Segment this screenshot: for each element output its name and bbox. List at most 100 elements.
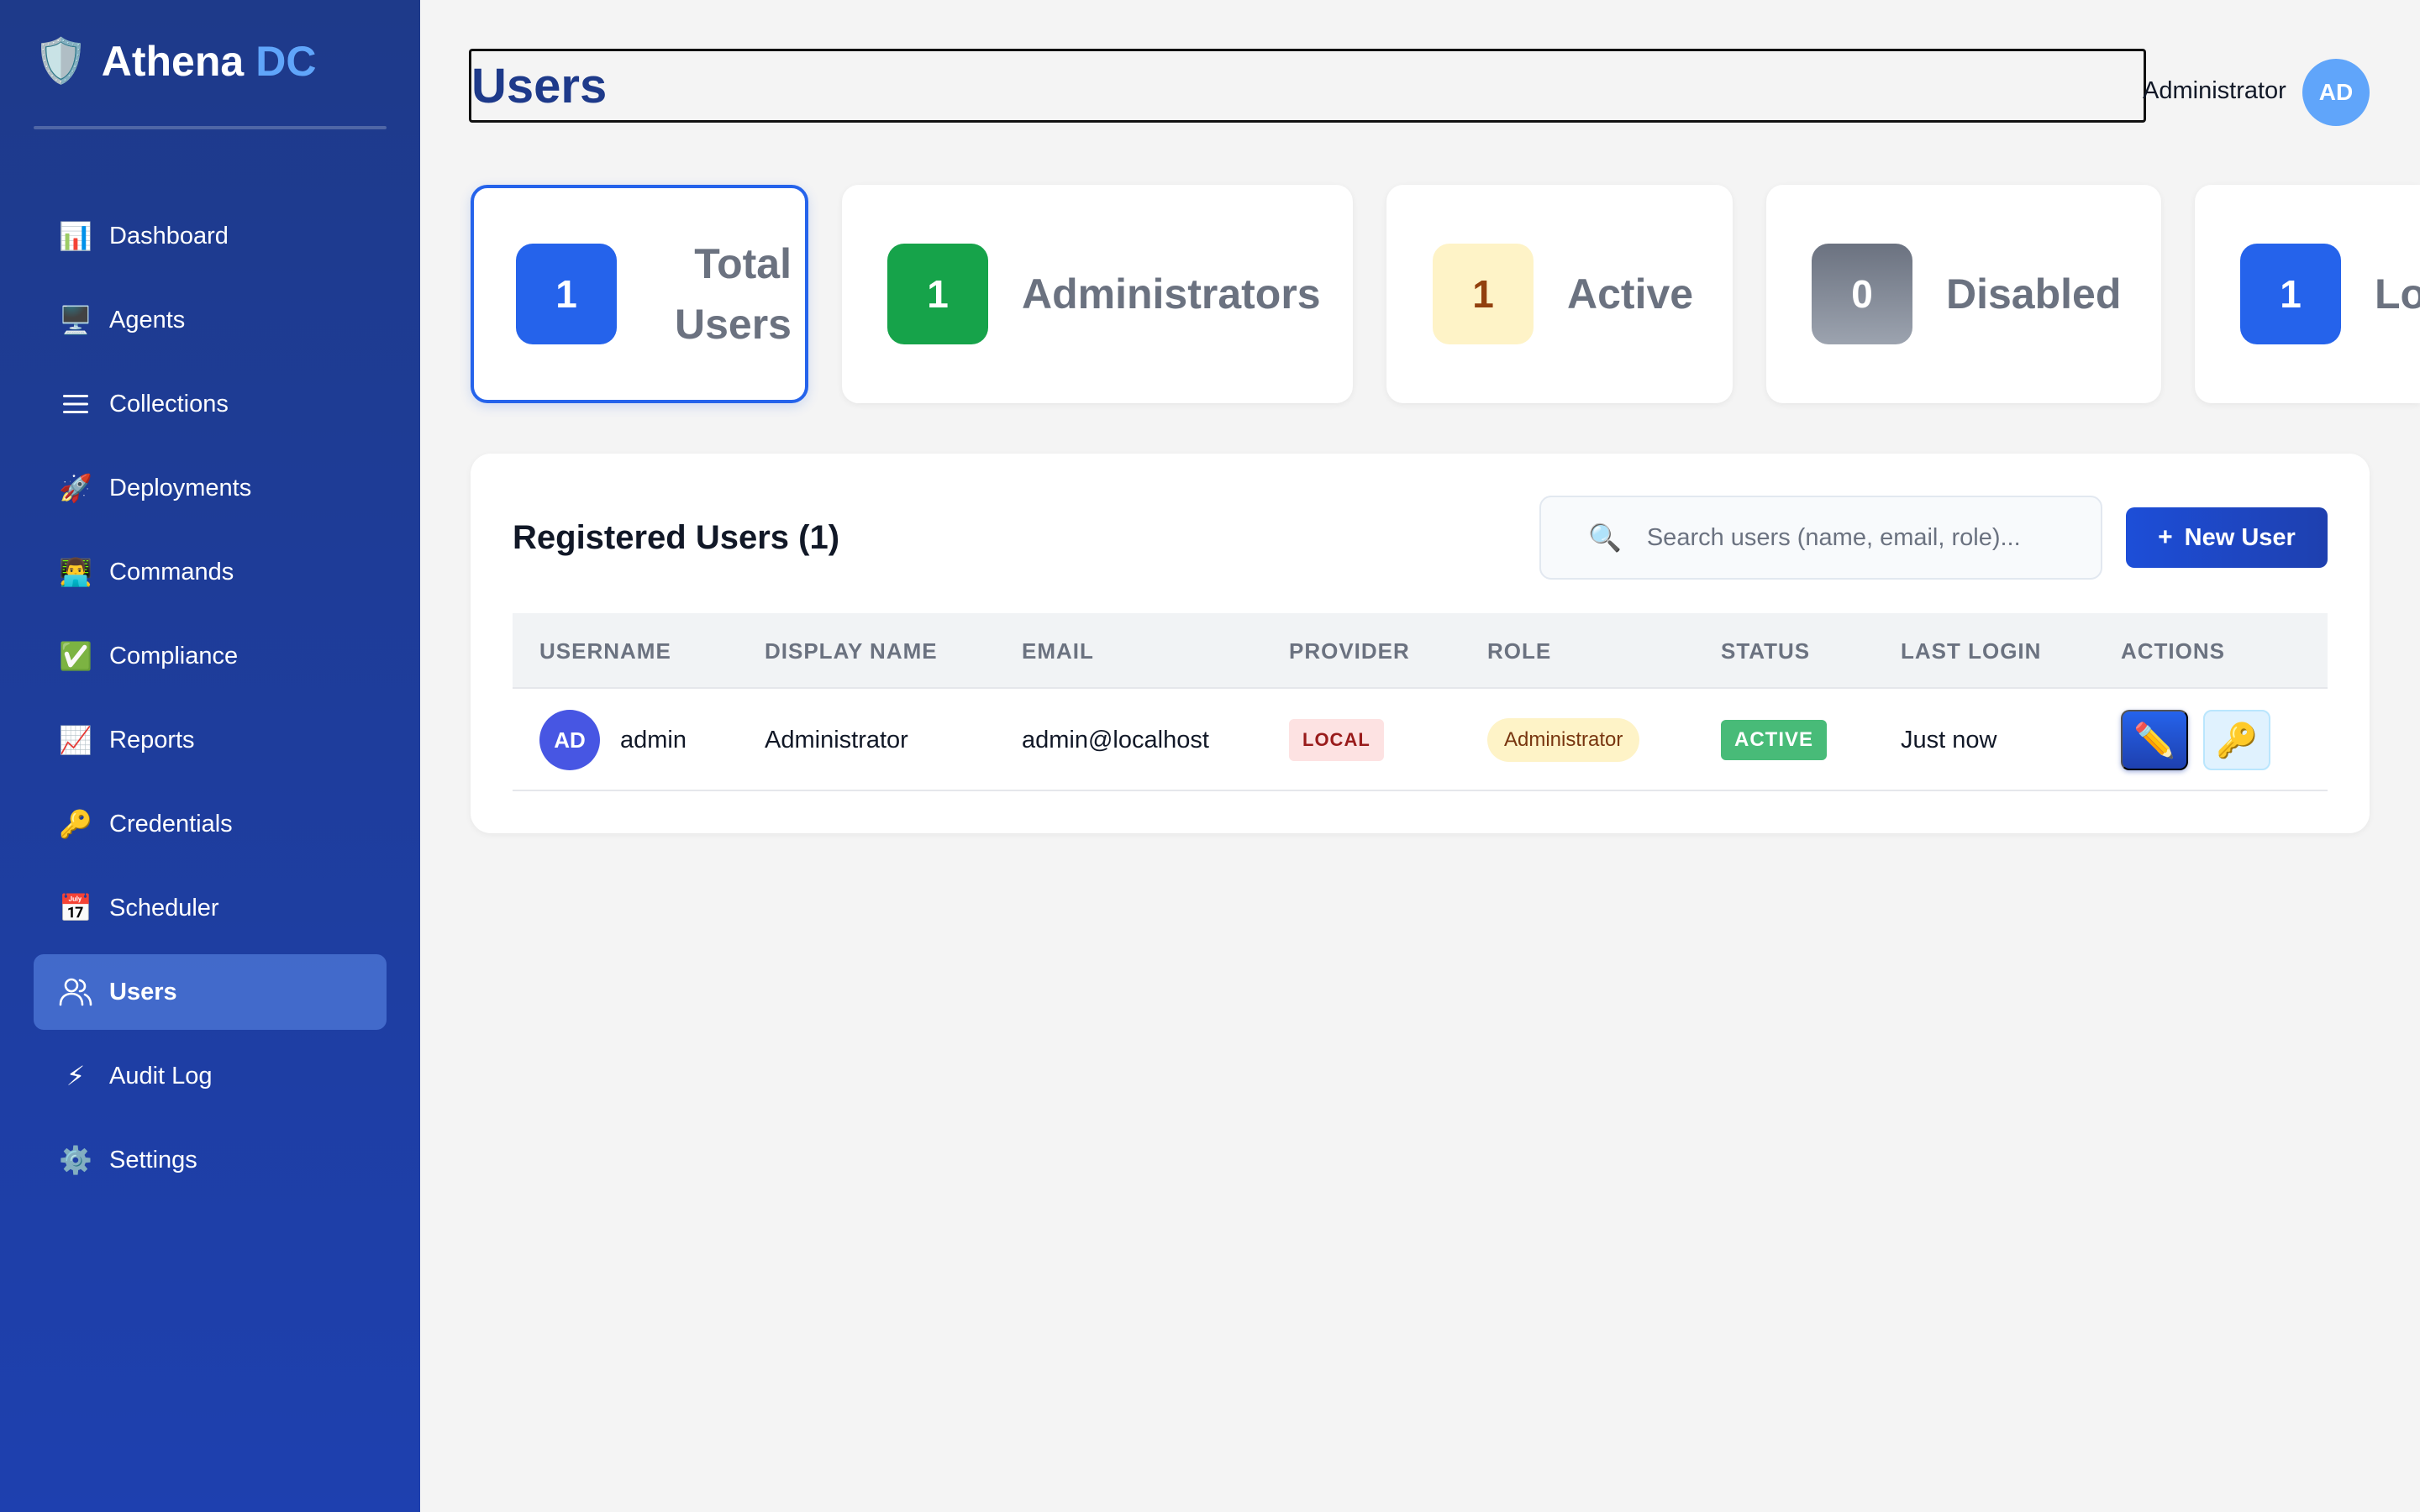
- panel-title: Registered Users (1): [513, 519, 840, 556]
- stat-value: 1: [887, 244, 988, 344]
- column-header-role[interactable]: ROLE: [1487, 613, 1551, 689]
- avatar: AD: [539, 710, 600, 770]
- search-icon: 🔍: [1588, 522, 1622, 554]
- stat-card-active[interactable]: 1 Active: [1386, 185, 1733, 403]
- lightning-icon: ⚡: [66, 1060, 86, 1092]
- stat-card-disabled[interactable]: 0 Disabled: [1766, 185, 2161, 403]
- sidebar-item-users[interactable]: Users: [34, 954, 387, 1030]
- column-header-email[interactable]: EMAIL: [1022, 613, 1094, 689]
- edit-user-button[interactable]: ✏️: [2121, 710, 2188, 770]
- calendar-icon: 📅: [59, 892, 92, 924]
- cell-status: ACTIVE: [1721, 689, 1828, 791]
- search-box[interactable]: 🔍: [1539, 496, 2102, 580]
- brand-logo[interactable]: 🛡️ Athena DC: [34, 35, 316, 87]
- sidebar-item-label: Reports: [109, 726, 195, 753]
- page-title-box: Users: [469, 49, 2146, 123]
- new-user-button[interactable]: + New User: [2126, 507, 2328, 568]
- reset-password-button[interactable]: 🔑: [2203, 710, 2270, 770]
- column-header-provider[interactable]: PROVIDER: [1289, 613, 1410, 689]
- trend-chart-icon: 📈: [59, 724, 92, 756]
- shield-icon: 🛡️: [34, 36, 88, 87]
- sidebar-item-compliance[interactable]: ✅ Compliance: [34, 618, 387, 694]
- cell-provider: LOCAL: [1289, 689, 1384, 791]
- sidebar-item-label: Collections: [109, 390, 229, 417]
- column-header-display-name[interactable]: DISPLAY NAME: [765, 613, 938, 689]
- sidebar-item-agents[interactable]: 🖥️ Agents: [34, 282, 387, 358]
- sidebar-divider: [34, 126, 387, 129]
- sidebar-item-settings[interactable]: ⚙️ Settings: [34, 1122, 387, 1198]
- provider-badge: LOCAL: [1289, 719, 1384, 761]
- stat-label-line: Users: [675, 301, 792, 348]
- column-header-status[interactable]: STATUS: [1721, 613, 1810, 689]
- rocket-icon: 🚀: [59, 472, 92, 504]
- cell-last-login: Just now: [1901, 726, 1997, 753]
- pencil-icon: ✏️: [2133, 721, 2175, 760]
- stat-label: Disabled: [1946, 270, 2122, 318]
- sidebar-item-label: Agents: [109, 306, 186, 333]
- stat-label: Total Users: [649, 234, 792, 354]
- sidebar-item-scheduler[interactable]: 📅 Scheduler: [34, 870, 387, 946]
- stat-value: 1: [2240, 244, 2341, 344]
- technologist-icon: 👨‍💻: [59, 556, 92, 588]
- stat-label: Lo: [2375, 270, 2420, 318]
- users-icon-svg: [59, 978, 92, 1006]
- sidebar-item-commands[interactable]: 👨‍💻 Commands: [34, 534, 387, 610]
- role-badge: Administrator: [1487, 718, 1640, 762]
- stat-card-administrators[interactable]: 1 Administrators: [842, 185, 1353, 403]
- monitor-icon: 🖥️: [59, 304, 92, 336]
- sidebar-item-label: Settings: [109, 1146, 197, 1173]
- cell-actions: ✏️ 🔑: [2121, 689, 2286, 791]
- sidebar-item-label: Compliance: [109, 642, 239, 669]
- stat-card-local[interactable]: 1 Lo: [2195, 185, 2420, 403]
- table-row[interactable]: AD admin Administrator admin@localhost L…: [513, 689, 2328, 791]
- users-icon: [59, 975, 92, 1009]
- gear-icon: ⚙️: [59, 1144, 92, 1176]
- stat-label-line: Total: [694, 240, 792, 287]
- cell-role: Administrator: [1487, 689, 1640, 791]
- brand-accent: DC: [255, 38, 317, 85]
- registered-users-panel: Registered Users (1) 🔍 + New User USERNA…: [471, 454, 2370, 833]
- sidebar-item-label: Scheduler: [109, 894, 219, 921]
- stat-label: Active: [1567, 270, 1694, 318]
- sidebar-item-label: Users: [109, 978, 177, 1005]
- bar-chart-icon: 📊: [59, 220, 92, 252]
- check-icon: ✅: [59, 640, 92, 672]
- stat-value: 1: [516, 244, 617, 344]
- current-user-name: Administrator: [2143, 77, 2286, 104]
- sidebar-item-label: Deployments: [109, 474, 252, 501]
- stat-value: 0: [1812, 244, 1912, 344]
- sidebar-item-credentials[interactable]: 🔑 Credentials: [34, 786, 387, 862]
- username-text: admin: [620, 726, 687, 753]
- sidebar-item-label: Credentials: [109, 810, 233, 837]
- column-header-username[interactable]: USERNAME: [539, 613, 671, 689]
- sidebar-item-audit-log[interactable]: ⚡ Audit Log: [34, 1038, 387, 1114]
- sidebar-item-deployments[interactable]: 🚀 Deployments: [34, 450, 387, 526]
- sidebar-item-dashboard[interactable]: 📊 Dashboard: [34, 198, 387, 274]
- brand-name: Athena: [101, 38, 245, 85]
- stat-value: 1: [1433, 244, 1534, 344]
- table-header: USERNAME DISPLAY NAME EMAIL PROVIDER ROL…: [513, 613, 2328, 689]
- key-icon: 🔑: [2216, 721, 2258, 760]
- new-user-label: New User: [2184, 523, 2296, 551]
- sidebar: 🛡️ Athena DC 📊 Dashboard 🖥️ Agents Colle…: [0, 0, 420, 1512]
- search-input[interactable]: [1646, 523, 2084, 552]
- column-header-last-login[interactable]: LAST LOGIN: [1901, 613, 2041, 689]
- page-title: Users: [471, 58, 608, 113]
- sidebar-item-reports[interactable]: 📈 Reports: [34, 702, 387, 778]
- cell-email: admin@localhost: [1022, 726, 1209, 753]
- plus-icon: +: [2158, 523, 2173, 551]
- status-badge: ACTIVE: [1721, 720, 1828, 760]
- cell-display-name: Administrator: [765, 726, 908, 753]
- sidebar-item-collections[interactable]: Collections: [34, 366, 387, 442]
- sidebar-nav: 📊 Dashboard 🖥️ Agents Collections 🚀 Depl…: [34, 198, 387, 1206]
- stat-card-total-users[interactable]: 1 Total Users: [471, 185, 808, 403]
- current-user-avatar[interactable]: AD: [2302, 59, 2370, 126]
- sidebar-item-label: Audit Log: [109, 1062, 213, 1089]
- list-icon-svg: [63, 395, 88, 413]
- sidebar-item-label: Dashboard: [109, 222, 229, 249]
- cell-username: AD admin: [539, 689, 687, 791]
- stat-label: Administrators: [1022, 270, 1321, 318]
- column-header-actions: ACTIONS: [2121, 638, 2225, 664]
- key-icon: 🔑: [59, 808, 92, 840]
- list-icon: [59, 387, 92, 421]
